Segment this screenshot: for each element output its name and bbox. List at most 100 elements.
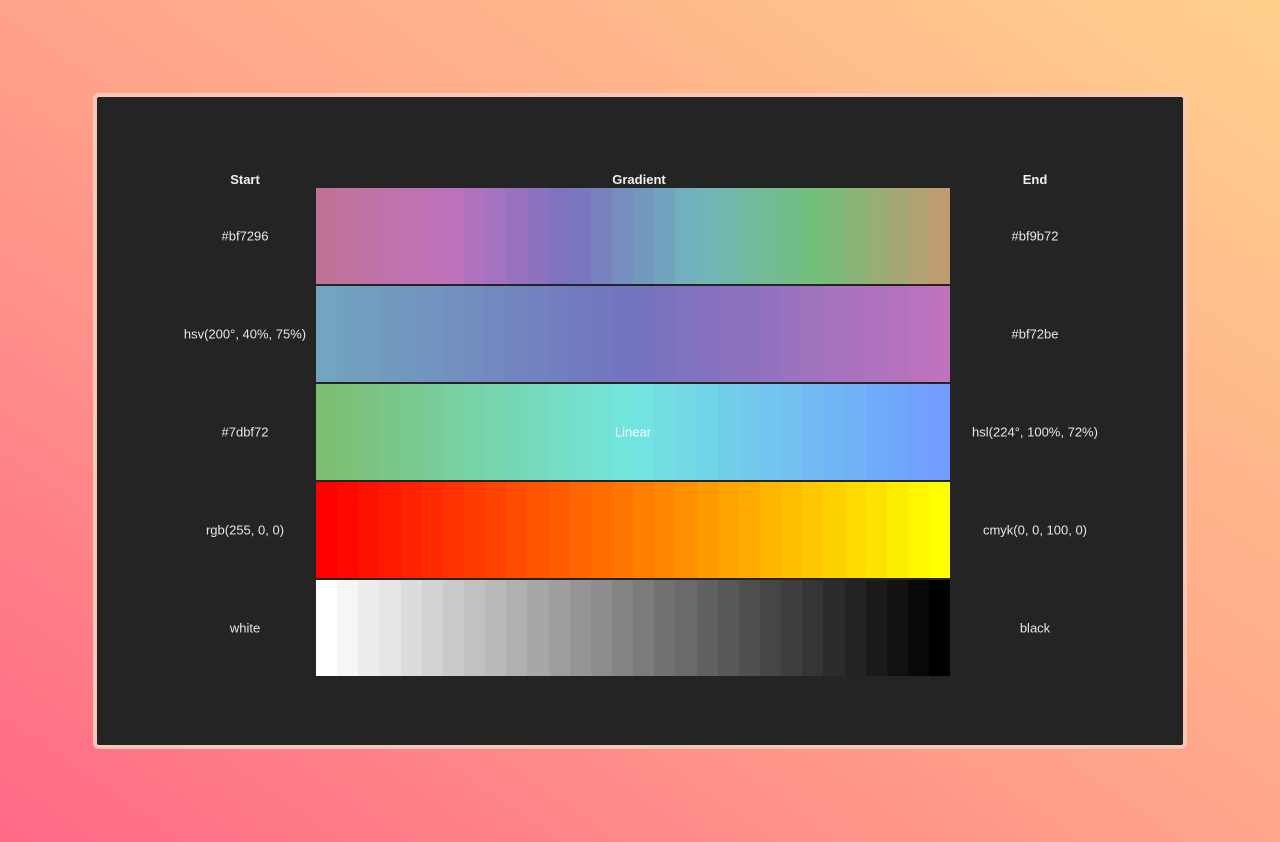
gradient-step	[316, 286, 338, 382]
gradient-step	[527, 384, 549, 480]
gradient-step	[527, 482, 549, 578]
gradient-step	[781, 580, 803, 676]
row-3-end-color: hsl(224°, 100%, 72%)	[972, 424, 1098, 440]
gradient-step	[781, 384, 803, 480]
gradient-step	[759, 482, 782, 578]
gradient-step	[358, 580, 380, 676]
gradient-step	[675, 482, 697, 578]
gradient-step	[337, 482, 359, 578]
gradient-step	[886, 482, 908, 578]
row-1-start-color: #bf7296	[221, 228, 269, 244]
gradient-step	[886, 188, 908, 284]
gradient-step	[633, 482, 655, 578]
gradient-step	[633, 286, 655, 382]
gradient-step	[823, 286, 845, 382]
gradient-strip-3: Linear	[316, 384, 950, 480]
gradient-step	[717, 384, 739, 480]
gradient-step	[907, 580, 930, 676]
gradient-step	[485, 482, 507, 578]
gradient-step	[590, 286, 612, 382]
gradient-step	[379, 384, 401, 480]
gradient-step	[506, 188, 528, 284]
gradient-step	[865, 188, 887, 284]
gradient-step	[442, 286, 464, 382]
gradient-step	[823, 188, 845, 284]
gradient-step	[379, 580, 401, 676]
gradient-step	[548, 384, 570, 480]
gradient-step	[738, 384, 760, 480]
gradient-step	[929, 580, 950, 676]
gradient-strip-4	[316, 482, 950, 578]
gradient-step	[421, 384, 443, 480]
gradient-step	[442, 384, 464, 480]
gradient-step	[421, 188, 443, 284]
gradient-step	[358, 286, 380, 382]
gradient-step	[358, 188, 380, 284]
gradient-step	[569, 580, 591, 676]
gradient-strip-3-label: Linear	[614, 424, 652, 440]
gradient-step	[675, 188, 697, 284]
gradient-step	[548, 580, 570, 676]
gradient-step	[865, 482, 887, 578]
gradient-step	[569, 482, 591, 578]
gradient-step	[929, 286, 950, 382]
gradient-step	[823, 580, 845, 676]
gradient-step	[886, 384, 908, 480]
gradient-step	[717, 580, 739, 676]
gradient-step	[506, 482, 528, 578]
gradient-step	[696, 580, 718, 676]
gradient-step	[717, 286, 739, 382]
gradient-step	[759, 384, 782, 480]
gradient-step	[654, 580, 676, 676]
gradient-step	[485, 580, 507, 676]
gradient-step	[675, 580, 697, 676]
gradient-step	[527, 188, 549, 284]
row-4-start-color: rgb(255, 0, 0)	[205, 522, 285, 538]
gradient-step	[337, 384, 359, 480]
gradient-step	[823, 384, 845, 480]
gradient-step	[400, 188, 422, 284]
gradient-step	[865, 286, 887, 382]
gradient-step	[485, 286, 507, 382]
gradient-strip-2	[316, 286, 950, 382]
gradient-step	[738, 482, 760, 578]
gradient-step	[717, 482, 739, 578]
gradient-step	[400, 482, 422, 578]
gradient-step	[527, 286, 549, 382]
gradient-step	[823, 482, 845, 578]
row-2-start-color: hsv(200°, 40%, 75%)	[183, 326, 307, 342]
gradient-step	[611, 188, 634, 284]
gradient-step	[421, 482, 443, 578]
gradient-step	[400, 580, 422, 676]
gradient-strip-1	[316, 188, 950, 284]
gradient-step	[802, 188, 824, 284]
gradient-step	[506, 286, 528, 382]
gradient-step	[907, 482, 930, 578]
gradient-step	[759, 286, 782, 382]
gradient-step	[316, 188, 338, 284]
gradient-step	[485, 384, 507, 480]
row-3-start-color: #7dbf72	[221, 424, 269, 440]
row-2-end-color: #bf72be	[1011, 326, 1059, 342]
gradient-step	[844, 482, 866, 578]
gradient-step	[675, 384, 697, 480]
gradient-step	[696, 188, 718, 284]
start-column-header: Start	[230, 172, 260, 187]
gradient-step	[759, 188, 782, 284]
gradient-step	[316, 384, 338, 480]
gradient-step	[421, 580, 443, 676]
gradient-step	[865, 384, 887, 480]
gradient-step	[316, 482, 338, 578]
gradient-step	[802, 482, 824, 578]
gradient-step	[802, 580, 824, 676]
gradient-step	[463, 188, 486, 284]
gradient-step	[865, 580, 887, 676]
gradient-step	[316, 580, 338, 676]
gradient-step	[337, 188, 359, 284]
gradient-step	[844, 580, 866, 676]
gradient-step	[781, 286, 803, 382]
gradient-step	[844, 188, 866, 284]
gradient-strip-5	[316, 580, 950, 676]
gradient-step	[759, 580, 782, 676]
gradient-step	[421, 286, 443, 382]
